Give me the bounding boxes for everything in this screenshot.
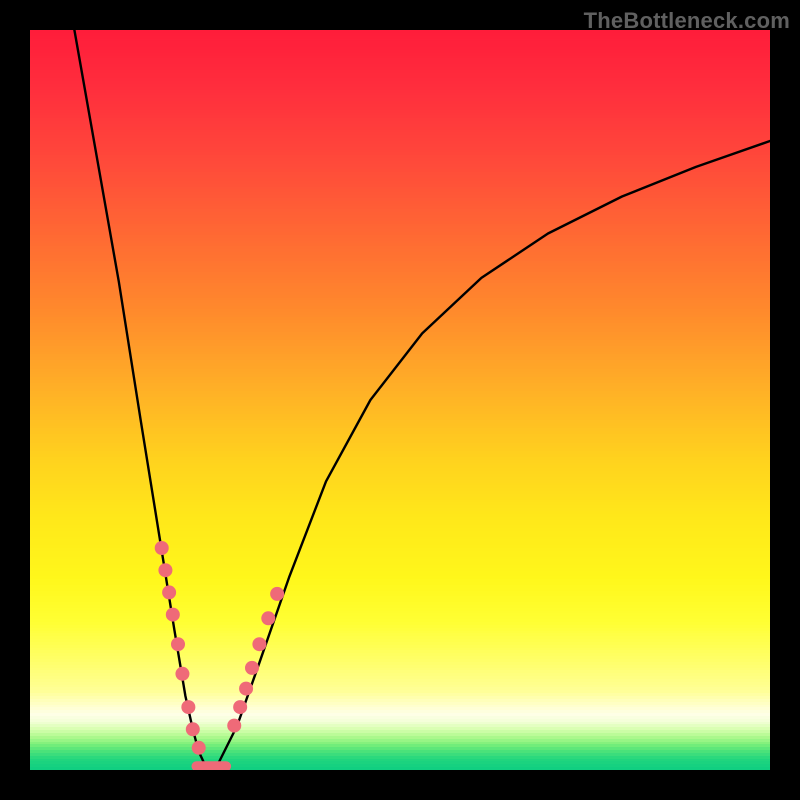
dash-marker — [270, 587, 284, 601]
dash-marker — [227, 719, 241, 733]
dash-marker — [181, 700, 195, 714]
watermark-text: TheBottleneck.com — [584, 8, 790, 34]
series-left-branch — [74, 30, 204, 763]
plot-area — [30, 30, 770, 770]
dash-marker — [192, 741, 206, 755]
dash-marker — [252, 637, 266, 651]
dash-marker — [186, 722, 200, 736]
dash-marker — [245, 661, 259, 675]
series-right-branch — [219, 141, 770, 763]
curve-layer — [30, 30, 770, 770]
chart-frame: TheBottleneck.com — [0, 0, 800, 800]
dash-marker — [239, 682, 253, 696]
dash-marker — [261, 611, 275, 625]
dash-marker — [175, 667, 189, 681]
dash-marker — [155, 541, 169, 555]
dash-marker — [166, 608, 180, 622]
dash-marker — [162, 585, 176, 599]
dash-marker — [233, 700, 247, 714]
dash-marker — [158, 563, 172, 577]
dash-marker — [171, 637, 185, 651]
